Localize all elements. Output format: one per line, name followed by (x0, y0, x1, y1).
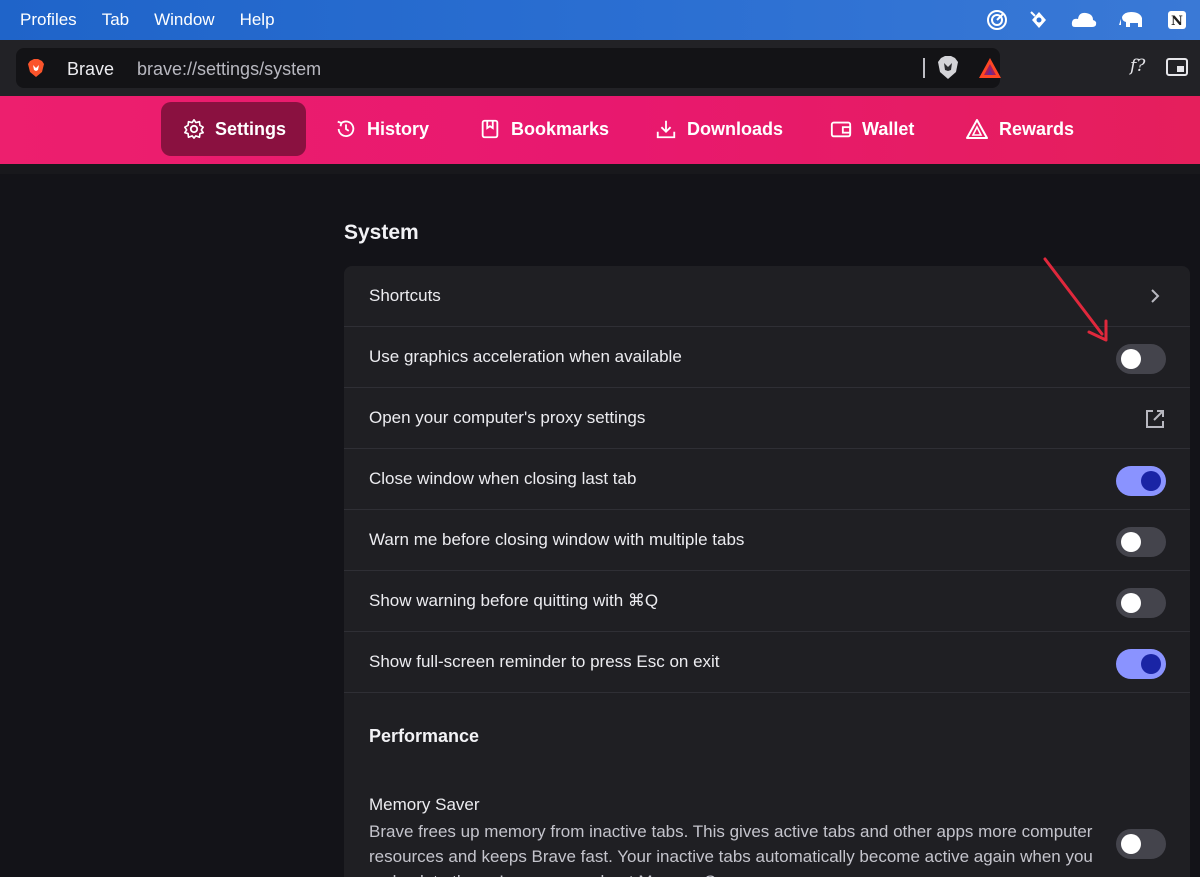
extension-button[interactable]: f? (1130, 56, 1145, 76)
rewards-bat-icon[interactable] (978, 57, 1002, 84)
close-window-last-tab-toggle[interactable] (1116, 466, 1166, 496)
memory-saver-toggle[interactable] (1116, 829, 1166, 859)
address-bar[interactable]: Brave brave://settings/system (16, 48, 1002, 88)
tab-settings[interactable]: Settings (161, 102, 306, 156)
toggle-knob (1141, 654, 1161, 674)
toggle-knob (1121, 593, 1141, 613)
graphics-acceleration-toggle[interactable] (1116, 344, 1166, 374)
site-name: Brave (67, 59, 115, 79)
row-label: Show full-screen reminder to press Esc o… (369, 652, 720, 671)
fullscreen-reminder-toggle[interactable] (1116, 649, 1166, 679)
tab-history-label: History (367, 118, 430, 139)
row-label: Close window when closing last tab (369, 469, 637, 488)
notion-icon[interactable]: N (1166, 9, 1188, 31)
tab-wallet[interactable]: Wallet (808, 102, 934, 156)
toggle-knob (1121, 532, 1141, 552)
url-text[interactable]: brave://settings/system (137, 59, 321, 80)
menu-profiles[interactable]: Profiles (20, 10, 77, 30)
row-warn-quitting: Show warning before quitting with ⌘Q (344, 571, 1190, 632)
memory-saver-description: Brave frees up memory from inactive tabs… (369, 822, 1093, 877)
menubar-status-icons: N (986, 0, 1188, 40)
tab-settings-label: Settings (214, 118, 286, 139)
system-settings-card: Shortcuts Use graphics acceleration when… (344, 266, 1190, 877)
menu-window[interactable]: Window (154, 10, 214, 30)
row-label: Use graphics acceleration when available (369, 347, 682, 366)
tab-rewards[interactable]: Rewards (943, 102, 1094, 156)
target-icon[interactable] (986, 9, 1008, 31)
row-label: Show warning before quitting with ⌘Q (369, 591, 659, 610)
external-link-icon[interactable] (1144, 408, 1166, 435)
toggle-knob (1121, 834, 1141, 854)
browser-toolbar: Brave brave://settings/system f? (0, 40, 1200, 96)
row-label: Shortcuts (369, 286, 441, 305)
row-close-window-last-tab: Close window when closing last tab (344, 449, 1190, 510)
tab-bookmarks-label: Bookmarks (511, 118, 610, 139)
menu-help[interactable]: Help (240, 10, 275, 30)
tab-downloads-label: Downloads (687, 118, 784, 139)
macos-menubar: Profiles Tab Window Help N (0, 0, 1200, 40)
memory-saver-title: Memory Saver (369, 795, 480, 814)
svg-text:N: N (1171, 14, 1183, 29)
tab-rewards-label: Rewards (999, 118, 1075, 139)
row-label: Open your computer's proxy settings (369, 408, 646, 427)
omnibox-divider (923, 58, 925, 78)
cloud-icon[interactable] (1070, 9, 1098, 31)
history-icon (337, 120, 355, 138)
section-title-system: System (344, 221, 419, 244)
rewards-icon (966, 119, 988, 139)
wallet-icon (830, 121, 852, 138)
brave-shields-icon[interactable] (937, 56, 959, 85)
gear-icon (184, 119, 204, 139)
row-proxy-settings[interactable]: Open your computer's proxy settings (344, 388, 1190, 449)
tab-bookmarks[interactable]: Bookmarks (457, 102, 629, 156)
tab-history[interactable]: History (313, 102, 449, 156)
toggle-knob (1121, 349, 1141, 369)
menu-tab[interactable]: Tab (102, 10, 129, 30)
section-title-performance: Performance (369, 726, 480, 746)
nav-shadow-strip (0, 164, 1200, 174)
warn-multiple-tabs-toggle[interactable] (1116, 527, 1166, 557)
settings-navigation: Settings History Bookmarks Downloads Wal… (0, 96, 1200, 164)
brave-lion-icon (28, 59, 44, 82)
chevron-right-icon[interactable] (1150, 288, 1160, 309)
picture-in-picture-icon[interactable] (1166, 58, 1188, 81)
row-fullscreen-reminder: Show full-screen reminder to press Esc o… (344, 632, 1190, 693)
toggle-knob (1141, 471, 1161, 491)
tab-wallet-label: Wallet (862, 118, 915, 139)
annotation-arrow (1036, 254, 1116, 351)
elephant-icon[interactable] (1118, 9, 1146, 31)
row-warn-multiple-tabs: Warn me before closing window with multi… (344, 510, 1190, 571)
row-label: Warn me before closing window with multi… (369, 530, 745, 549)
download-icon (656, 120, 676, 139)
tab-downloads[interactable]: Downloads (633, 102, 803, 156)
radar-icon[interactable] (1028, 9, 1050, 31)
bookmark-icon (481, 119, 499, 139)
warn-quitting-toggle[interactable] (1116, 588, 1166, 618)
